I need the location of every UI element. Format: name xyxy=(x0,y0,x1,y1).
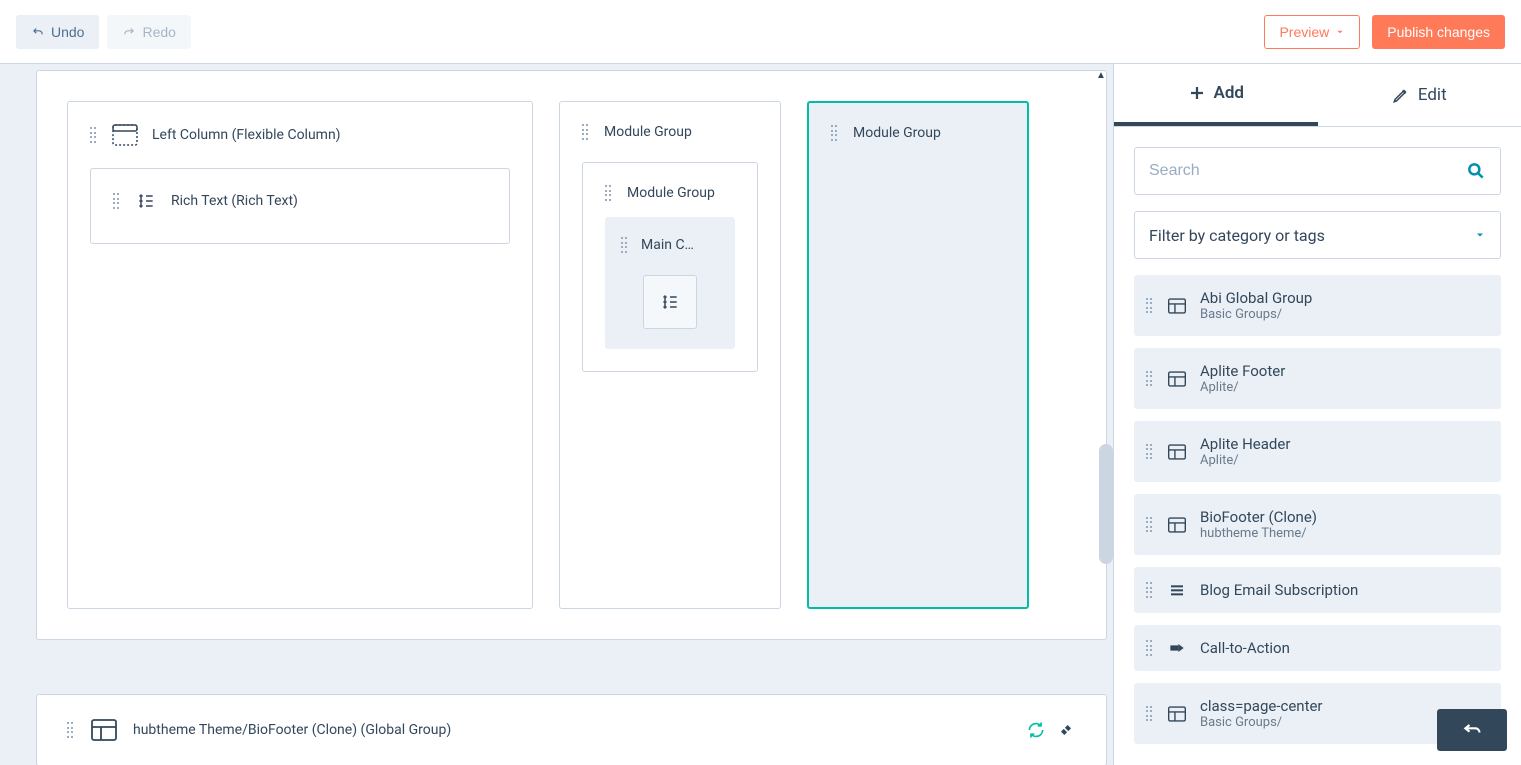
toolbar-left: Undo Redo xyxy=(16,15,191,49)
tab-add[interactable]: Add xyxy=(1114,64,1318,126)
publish-button[interactable]: Publish changes xyxy=(1372,15,1505,49)
caret-down-icon xyxy=(1474,229,1486,241)
plus-icon xyxy=(1188,84,1206,102)
main-content-label: Main C… xyxy=(641,237,694,253)
toolbar: Undo Redo Preview Publish changes xyxy=(0,0,1521,64)
module-title: Abi Global Group xyxy=(1200,289,1312,307)
module-icon xyxy=(1168,706,1186,722)
panel-tabs: Add Edit xyxy=(1114,64,1521,127)
rich-text-icon xyxy=(135,191,157,211)
global-footer-row[interactable]: hubtheme Theme/BioFooter (Clone) (Global… xyxy=(36,694,1107,765)
module-group-inner[interactable]: Module Group Main C… xyxy=(582,162,758,372)
revert-icon xyxy=(1460,720,1484,740)
module-icon xyxy=(1168,371,1186,387)
preview-button[interactable]: Preview xyxy=(1264,15,1360,49)
layout-card: Left Column (Flexible Column) Rich Text … xyxy=(36,70,1107,640)
rich-text-icon xyxy=(659,292,681,312)
tab-add-label: Add xyxy=(1214,83,1245,103)
tools-disabled-icon xyxy=(1056,720,1076,740)
module-icon xyxy=(1168,582,1186,598)
left-column[interactable]: Left Column (Flexible Column) Rich Text … xyxy=(67,101,533,609)
rich-text-module[interactable]: Rich Text (Rich Text) xyxy=(90,168,510,244)
redo-button[interactable]: Redo xyxy=(107,15,190,49)
main-content-module[interactable]: Main C… xyxy=(605,217,735,349)
revert-button[interactable] xyxy=(1437,709,1507,751)
rich-text-tile[interactable] xyxy=(643,275,697,329)
module-icon xyxy=(1168,640,1186,656)
tab-edit[interactable]: Edit xyxy=(1318,64,1521,126)
right-panel: ▲ Add Edit Filter by category or tags Ab… xyxy=(1113,64,1521,765)
search-input[interactable] xyxy=(1149,162,1466,180)
drag-handle-icon[interactable] xyxy=(90,127,98,143)
flexible-column-icon xyxy=(112,124,138,146)
module-group-1[interactable]: Module Group Module Group Main C… xyxy=(559,101,781,609)
scroll-up-arrow-icon[interactable]: ▲ xyxy=(1096,70,1106,81)
module-title: class=page-center xyxy=(1200,697,1323,715)
left-column-title: Left Column (Flexible Column) xyxy=(152,127,341,143)
redo-icon xyxy=(122,25,136,39)
drag-handle-icon[interactable] xyxy=(1146,371,1154,387)
undo-button[interactable]: Undo xyxy=(16,15,99,49)
canvas[interactable]: Left Column (Flexible Column) Rich Text … xyxy=(0,64,1113,765)
module-item[interactable]: Blog Email Subscription xyxy=(1134,567,1501,613)
caret-down-icon xyxy=(1335,27,1345,37)
module-subtitle: Aplite/ xyxy=(1200,380,1285,395)
search-box[interactable] xyxy=(1134,147,1501,195)
module-group-2-selected[interactable]: Module Group xyxy=(807,101,1029,609)
module-title: Call-to-Action xyxy=(1200,639,1290,657)
global-footer-label: hubtheme Theme/BioFooter (Clone) (Global… xyxy=(133,722,451,738)
tab-edit-label: Edit xyxy=(1418,85,1447,105)
module-subtitle: Basic Groups/ xyxy=(1200,307,1312,322)
search-icon[interactable] xyxy=(1466,161,1486,181)
module-subtitle: Aplite/ xyxy=(1200,453,1290,468)
toolbar-right: Preview Publish changes xyxy=(1264,15,1505,49)
module-item[interactable]: BioFooter (Clone)hubtheme Theme/ xyxy=(1134,494,1501,555)
module-title: BioFooter (Clone) xyxy=(1200,508,1317,526)
canvas-scrollbar[interactable] xyxy=(1099,444,1113,564)
sync-icon[interactable] xyxy=(1026,720,1046,740)
module-group-inner-title: Module Group xyxy=(627,185,715,201)
drag-handle-icon[interactable] xyxy=(582,124,590,140)
drag-handle-icon[interactable] xyxy=(67,722,75,738)
module-title: Blog Email Subscription xyxy=(1200,581,1358,599)
drag-handle-icon[interactable] xyxy=(1146,298,1154,314)
module-subtitle: hubtheme Theme/ xyxy=(1200,526,1317,541)
module-group-1-title: Module Group xyxy=(604,124,692,140)
drag-handle-icon[interactable] xyxy=(1146,706,1154,722)
filter-dropdown[interactable]: Filter by category or tags xyxy=(1134,211,1501,259)
drag-handle-icon[interactable] xyxy=(831,125,839,141)
drag-handle-icon[interactable] xyxy=(1146,517,1154,533)
drag-handle-icon[interactable] xyxy=(621,237,629,253)
undo-label: Undo xyxy=(51,24,84,40)
app-body: Left Column (Flexible Column) Rich Text … xyxy=(0,64,1521,765)
module-subtitle: Basic Groups/ xyxy=(1200,715,1323,730)
module-title: Aplite Footer xyxy=(1200,362,1285,380)
panel-body: Filter by category or tags Abi Global Gr… xyxy=(1114,127,1521,765)
module-item[interactable]: Aplite FooterAplite/ xyxy=(1134,348,1501,409)
module-item[interactable]: Abi Global GroupBasic Groups/ xyxy=(1134,275,1501,336)
module-icon xyxy=(1168,517,1186,533)
section-divider xyxy=(36,664,1107,672)
module-group-2-title: Module Group xyxy=(853,125,941,141)
redo-label: Redo xyxy=(142,24,175,40)
layout-icon xyxy=(91,719,117,741)
pencil-icon xyxy=(1392,86,1410,104)
module-icon xyxy=(1168,298,1186,314)
module-item[interactable]: Call-to-Action xyxy=(1134,625,1501,671)
module-item[interactable]: Aplite HeaderAplite/ xyxy=(1134,421,1501,482)
rich-text-label: Rich Text (Rich Text) xyxy=(171,193,298,209)
preview-label: Preview xyxy=(1279,24,1329,40)
drag-handle-icon[interactable] xyxy=(605,185,613,201)
module-icon xyxy=(1168,444,1186,460)
module-list: Abi Global GroupBasic Groups/Aplite Foot… xyxy=(1134,275,1501,744)
publish-label: Publish changes xyxy=(1387,24,1490,40)
drag-handle-icon[interactable] xyxy=(113,193,121,209)
drag-handle-icon[interactable] xyxy=(1146,444,1154,460)
filter-label: Filter by category or tags xyxy=(1149,226,1325,245)
drag-handle-icon[interactable] xyxy=(1146,582,1154,598)
undo-icon xyxy=(31,25,45,39)
drag-handle-icon[interactable] xyxy=(1146,640,1154,656)
module-title: Aplite Header xyxy=(1200,435,1290,453)
